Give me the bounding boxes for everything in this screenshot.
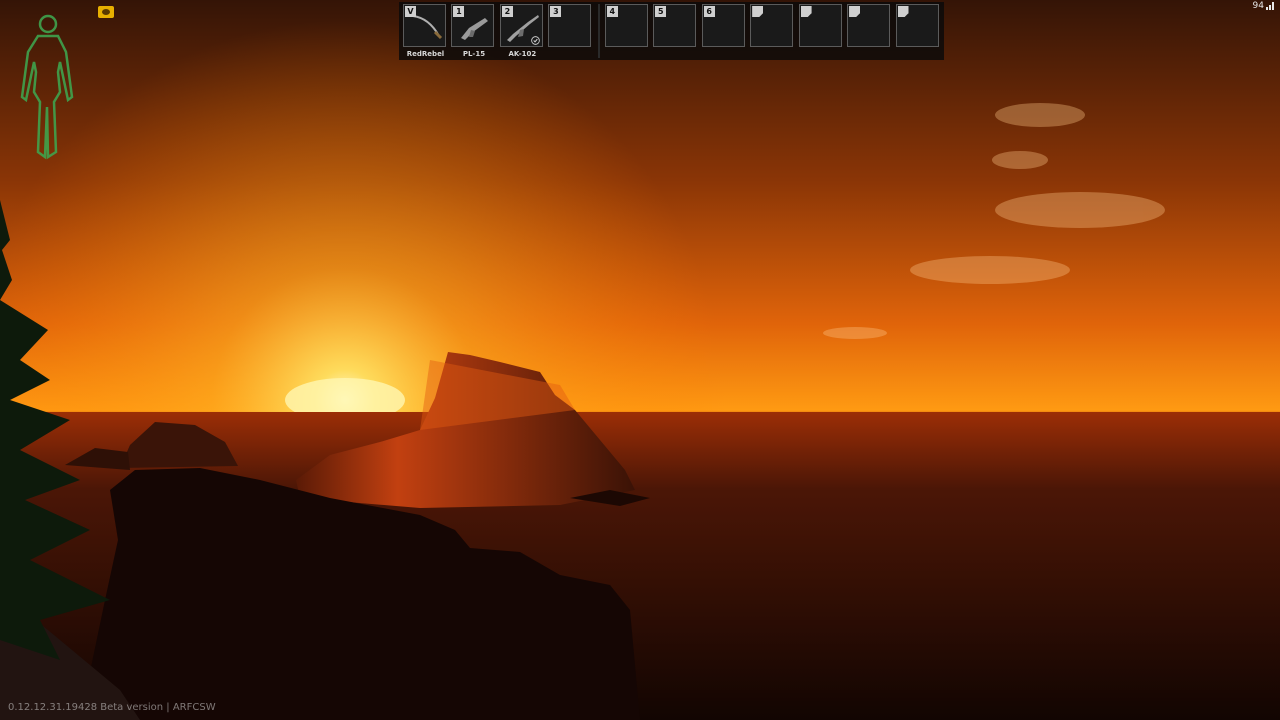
quick-slot[interactable] — [750, 4, 794, 58]
quick-slot[interactable]: 2 AK-102 — [499, 4, 544, 58]
quick-slot[interactable]: 6 — [701, 4, 746, 58]
quick-slot[interactable]: 4 — [604, 4, 649, 58]
slot-key: 3 — [550, 6, 562, 17]
quick-slot[interactable]: 5 — [653, 4, 697, 58]
quick-slot[interactable]: 3 — [548, 4, 592, 58]
signal-icon — [1266, 2, 1274, 10]
check-icon — [531, 36, 541, 45]
fps-counter: 94 — [1253, 1, 1274, 11]
quick-slot[interactable]: V RedRebel — [403, 4, 447, 58]
quick-slot[interactable]: 1 PL-15 — [451, 4, 495, 58]
quick-slot[interactable] — [798, 4, 843, 58]
fps-value: 94 — [1252, 1, 1264, 11]
slot-divider — [597, 4, 600, 58]
slot-key: 5 — [655, 6, 667, 17]
slot-key: V — [405, 6, 416, 17]
eye-status-icon — [98, 6, 114, 18]
slot-key: 6 — [703, 6, 715, 17]
slot-item-name: AK-102 — [508, 50, 537, 58]
quick-slot[interactable] — [895, 4, 940, 58]
game-scene — [0, 0, 1280, 720]
slot-key: 1 — [453, 6, 465, 17]
quick-slot[interactable] — [847, 4, 891, 58]
slot-item-name: PL-15 — [462, 50, 486, 58]
slot-key: 2 — [501, 6, 513, 17]
quick-slot-bar: V RedRebel 1 PL-15 2 AK-102 3 4 5 6 — [399, 2, 944, 60]
version-label: 0.12.12.31.19428 Beta version | ARFCSW — [8, 702, 216, 713]
slot-item-name: RedRebel — [406, 50, 445, 58]
body-health-icon — [20, 14, 74, 160]
slot-key: 4 — [606, 6, 618, 17]
